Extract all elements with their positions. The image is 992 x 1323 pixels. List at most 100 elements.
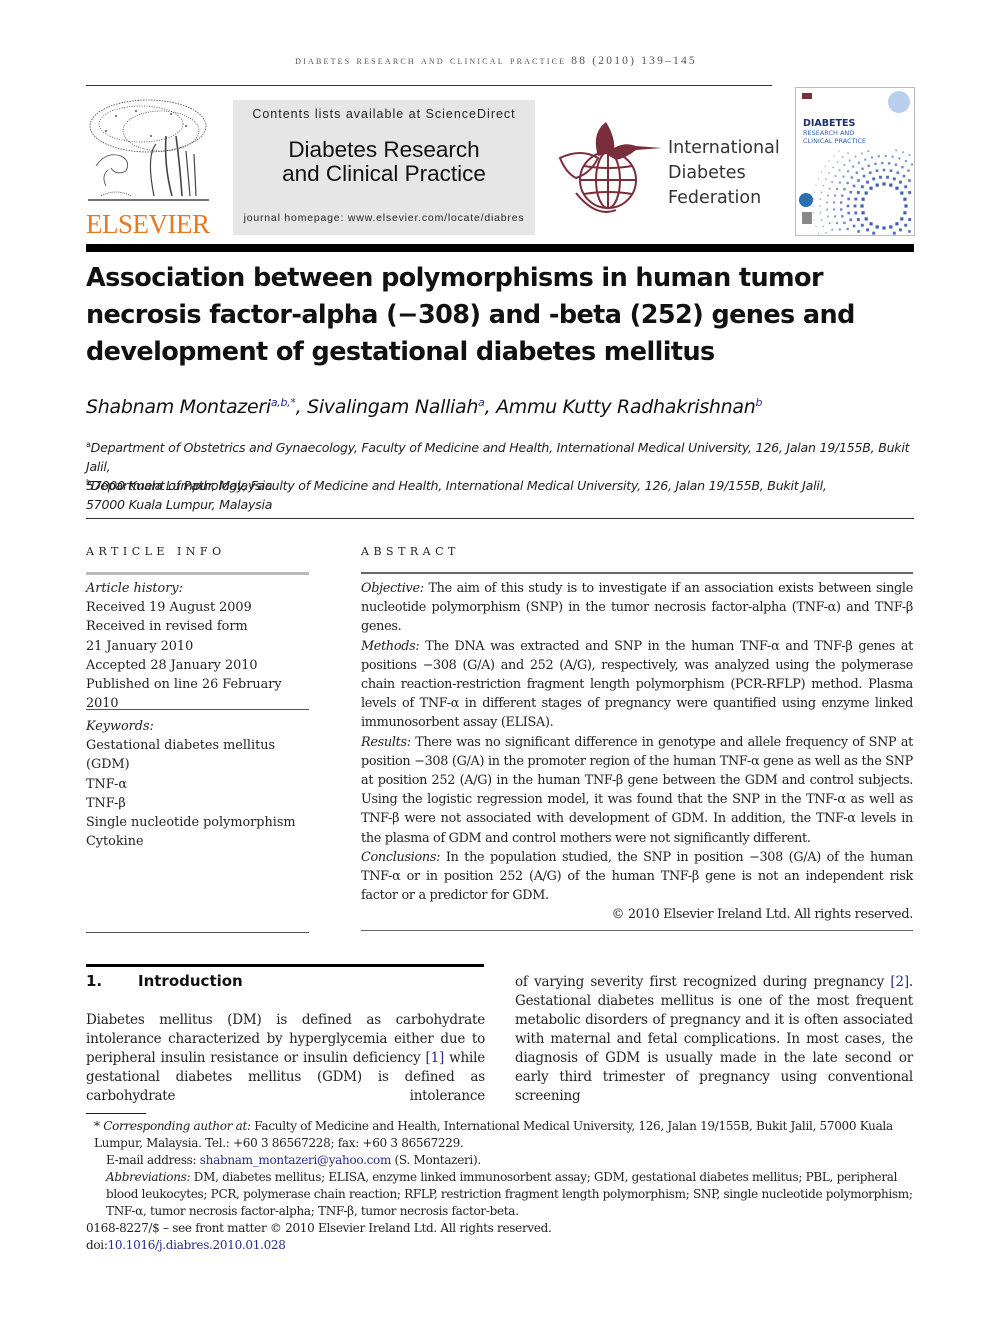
cover-dot [831, 228, 834, 231]
cover-dot [835, 222, 839, 225]
abstract-section-text: The aim of this study is to investigate … [361, 581, 913, 635]
cover-subtitle: RESEARCH AND CLINICAL PRACTICE [803, 129, 867, 145]
cover-dot [857, 161, 861, 164]
abstract-conclusions: Conclusions: In the population studied, … [361, 848, 913, 906]
cover-dot [889, 169, 893, 173]
cover-dot [825, 232, 827, 234]
cover-dot [889, 183, 893, 187]
history-item: Received 19 August 2009 [86, 600, 252, 616]
author-name[interactable]: Shabnam Montazeri [86, 396, 271, 418]
cover-dot [879, 175, 882, 179]
abstract-section-text: There was no significant difference in g… [361, 734, 913, 846]
abstract-rule [361, 572, 913, 574]
author-list: Shabnam Montazeria,b,*, Sivalingam Nalli… [86, 396, 763, 418]
cover-dot [849, 218, 853, 222]
cover-dot [828, 222, 831, 225]
cover-dot [899, 228, 902, 232]
author-affiliation-mark[interactable]: b [755, 396, 762, 409]
cover-dot [854, 197, 858, 201]
cover-dot [847, 197, 851, 201]
cover-dot [864, 217, 868, 221]
email-link[interactable]: shabnam_montazeri@yahoo.com [200, 1153, 392, 1167]
article-title: Association between polymorphisms in hum… [86, 263, 855, 367]
citation-link[interactable]: [1] [426, 1050, 445, 1066]
cover-dot [827, 194, 829, 197]
affiliation-rule [86, 518, 914, 519]
keyword-item: Single nucleotide polymorphism [86, 815, 296, 831]
journal-homepage-link[interactable]: journal homepage: www.elsevier.com/locat… [233, 212, 535, 224]
author-affiliation-mark[interactable]: a,b,* [271, 396, 296, 409]
author-affiliation-mark[interactable]: a [478, 396, 485, 409]
cover-dot [819, 205, 821, 207]
cover-dot [862, 174, 866, 178]
cover-dot [867, 164, 870, 167]
intro-column-1: Diabetes mellitus (DM) is defined as car… [86, 1011, 485, 1106]
journal-cover-thumbnail[interactable]: DIABETES RESEARCH AND CLINICAL PRACTICE [795, 87, 915, 236]
cover-dot [882, 182, 886, 186]
corresponding-author-note: * Corresponding author at: Faculty of Me… [94, 1119, 893, 1150]
cover-dot [826, 208, 829, 211]
cover-dot [866, 228, 869, 232]
section-heading-introduction: 1. Introduction [86, 972, 243, 990]
idf-name: International Diabetes Federation [668, 136, 780, 211]
cover-dot [860, 204, 864, 208]
cover-dot [817, 232, 820, 234]
cover-dot [904, 160, 907, 163]
cover-subtitle-line2: CLINICAL PRACTICE [803, 136, 867, 145]
cover-dot [820, 171, 823, 174]
footnote-text: DM, diabetes mellitus; ELISA, enzyme lin… [106, 1170, 913, 1218]
cover-dot [898, 157, 901, 160]
cover-dot [822, 184, 825, 187]
cover-dot [842, 175, 845, 178]
author-name[interactable]: Sivalingam Nalliah [307, 396, 478, 418]
cover-dot [843, 164, 846, 166]
cover-dot [901, 165, 904, 169]
section-number: 1. [86, 972, 103, 990]
cover-dot [872, 177, 876, 181]
footnote-rule [86, 1113, 146, 1114]
cover-dot [857, 179, 860, 182]
cover-dot [820, 191, 823, 194]
cover-dot [910, 163, 913, 166]
cover-dot [847, 211, 851, 215]
cover-dot [831, 181, 834, 184]
cover-dot [903, 197, 907, 201]
cover-dot [841, 156, 844, 158]
cover-dot [872, 231, 876, 235]
cover-dot [828, 172, 830, 174]
cover-dot [856, 191, 860, 194]
cover-dot [882, 226, 886, 230]
article-info-heading: ARTICLE INFO [86, 545, 226, 558]
cover-dot [826, 201, 829, 204]
abstract-heading: ABSTRACT [361, 545, 460, 558]
cover-dot [848, 159, 851, 162]
cover-dot [852, 184, 856, 188]
cover-dot [827, 215, 829, 218]
cover-dot [828, 160, 830, 162]
keywords: Keywords: Gestational diabetes mellitus … [86, 717, 311, 851]
cover-dot [812, 205, 814, 207]
cover-dot [841, 215, 844, 218]
cover-dot [833, 208, 836, 211]
abstract-bottom-rule [361, 930, 913, 931]
cover-dot [838, 181, 841, 184]
cover-dot [870, 156, 873, 159]
doi-link[interactable]: 10.1016/j.diabres.2010.01.028 [108, 1238, 286, 1252]
author-name[interactable]: Ammu Kutty Radhakrishnan [496, 396, 756, 418]
cover-dot [820, 218, 823, 221]
cover-dot [882, 168, 886, 172]
keyword-item: TNF-α [86, 776, 128, 792]
sciencedirect-link[interactable]: Contents lists available at ScienceDirec… [233, 107, 535, 121]
cover-dot [877, 155, 880, 158]
cover-dot [892, 231, 896, 235]
cover-dot [854, 155, 857, 158]
cover-dot [861, 211, 865, 215]
cover-dot [825, 178, 827, 180]
cover-dot [889, 225, 893, 229]
elsevier-wordmark: ELSEVIER [86, 209, 210, 239]
citation-link[interactable]: [2] [890, 974, 909, 990]
cover-dot [902, 151, 904, 154]
cover-dot [874, 162, 877, 166]
abstract-objective: Objective: The aim of this study is to i… [361, 579, 913, 637]
footnote-label: Abbreviations: [106, 1170, 191, 1184]
